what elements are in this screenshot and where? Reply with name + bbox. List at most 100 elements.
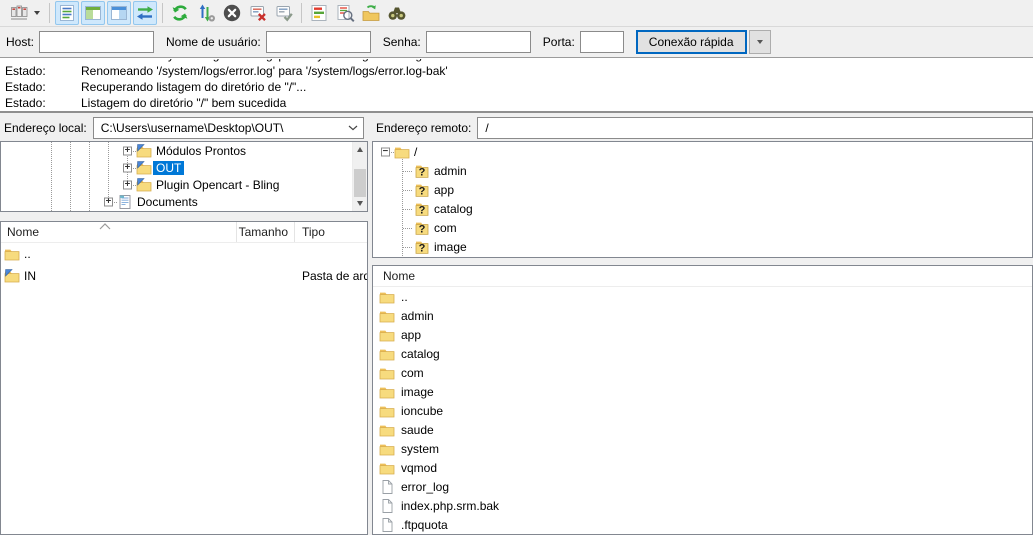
remote-address-label: Endereço remoto: bbox=[376, 121, 471, 135]
svg-text:?: ? bbox=[419, 242, 426, 254]
file-row-image[interactable]: image bbox=[373, 382, 1032, 401]
file-row-admin[interactable]: admin bbox=[373, 306, 1032, 325]
quickconnect-dropdown-button[interactable] bbox=[749, 30, 771, 54]
folder-icon bbox=[379, 441, 395, 457]
file-row-saude[interactable]: saude bbox=[373, 420, 1032, 439]
expand-icon[interactable]: + bbox=[123, 163, 132, 172]
file-name: .. bbox=[24, 247, 31, 261]
tree-item-documents[interactable]: +Documents bbox=[1, 193, 352, 210]
collapse-icon[interactable]: − bbox=[381, 147, 390, 156]
file-row-IN[interactable]: INPasta de arq bbox=[1, 265, 367, 287]
toggle-log-button[interactable] bbox=[55, 1, 79, 25]
log-entry: Estado:Recuperando listagem do diretório… bbox=[5, 79, 1033, 95]
file-row-error-log[interactable]: error_log bbox=[373, 477, 1032, 496]
tree-item-catalog[interactable]: ?catalog bbox=[373, 199, 1032, 218]
cancel-icon bbox=[222, 3, 242, 23]
username-input[interactable] bbox=[266, 31, 371, 53]
scroll-down-button[interactable] bbox=[353, 196, 367, 211]
chevron-down-icon bbox=[757, 40, 763, 44]
process-queue-button[interactable] bbox=[194, 1, 218, 25]
tree-item-label: image bbox=[431, 240, 470, 254]
host-input[interactable] bbox=[39, 31, 154, 53]
port-input[interactable] bbox=[580, 31, 624, 53]
expand-icon[interactable]: + bbox=[104, 197, 113, 206]
column-header-type[interactable]: Tipo bbox=[295, 222, 367, 242]
synchronized-browsing-button[interactable] bbox=[359, 1, 383, 25]
toggle-local-tree-button[interactable] bbox=[81, 1, 105, 25]
compare-icon bbox=[335, 3, 355, 23]
cancel-button[interactable] bbox=[220, 1, 244, 25]
file-name: error_log bbox=[401, 480, 449, 494]
file-row-vqmod[interactable]: vqmod bbox=[373, 458, 1032, 477]
file-name: index.php.srm.bak bbox=[401, 499, 499, 513]
folder-corner-icon bbox=[136, 160, 152, 176]
file-row--[interactable]: .. bbox=[373, 287, 1032, 306]
tree-item-com[interactable]: ?com bbox=[373, 218, 1032, 237]
svg-text:?: ? bbox=[419, 223, 426, 235]
tree-item-m-dulos-prontos[interactable]: +Módulos Prontos bbox=[1, 142, 352, 159]
tree-connector bbox=[403, 190, 412, 191]
refresh-button[interactable] bbox=[168, 1, 192, 25]
tree-item--[interactable]: −/ bbox=[373, 142, 1032, 161]
file-row-app[interactable]: app bbox=[373, 325, 1032, 344]
log-entry-message: Renomeando '/system/logs/error.log' para… bbox=[81, 59, 448, 62]
local-tree-scrollbar[interactable] bbox=[352, 142, 367, 211]
expand-icon[interactable]: + bbox=[123, 180, 132, 189]
file-name: app bbox=[401, 328, 421, 342]
file-row--[interactable]: .. bbox=[1, 243, 367, 265]
tree-item-admin[interactable]: ?admin bbox=[373, 161, 1032, 180]
column-header-name[interactable]: Nome bbox=[1, 222, 237, 242]
find-files-button[interactable] bbox=[385, 1, 409, 25]
remote-address-input[interactable]: / bbox=[477, 117, 1033, 139]
local-address-combobox[interactable]: C:\Users\username\Desktop\OUT\ bbox=[93, 117, 364, 139]
filter-button[interactable] bbox=[307, 1, 331, 25]
file-name: admin bbox=[401, 309, 434, 323]
tree-item-plugin-opencart-bling[interactable]: +Plugin Opencart - Bling bbox=[1, 176, 352, 193]
quickconnect-button[interactable]: Conexão rápida bbox=[636, 30, 747, 54]
file-row-catalog[interactable]: catalog bbox=[373, 344, 1032, 363]
chevron-down-icon bbox=[34, 11, 40, 15]
local-address-label: Endereço local: bbox=[4, 121, 87, 135]
local-tree: +Módulos Prontos+OUT+Plugin Opencart - B… bbox=[0, 141, 368, 212]
remote-tree-toggle-icon bbox=[109, 3, 129, 23]
site-manager-icon bbox=[8, 3, 30, 23]
compare-directories-button[interactable] bbox=[333, 1, 357, 25]
remote-list-header: Nome bbox=[373, 266, 1032, 287]
file-row-ioncube[interactable]: ioncube bbox=[373, 401, 1032, 420]
documents-icon bbox=[117, 194, 133, 210]
column-header-size[interactable]: Tamanho bbox=[237, 222, 295, 242]
scroll-up-button[interactable] bbox=[353, 142, 367, 157]
scrollbar-thumb[interactable] bbox=[354, 169, 366, 197]
tree-item-label: / bbox=[411, 145, 420, 159]
log-entries: Estado:Renomeando '/system/logs/error.lo… bbox=[0, 58, 1033, 111]
file-icon bbox=[379, 479, 395, 495]
file-row-index-php-srm-bak[interactable]: index.php.srm.bak bbox=[373, 496, 1032, 515]
reconnect-button[interactable] bbox=[272, 1, 296, 25]
expand-icon[interactable]: + bbox=[123, 146, 132, 155]
file-icon bbox=[379, 517, 395, 533]
tree-connector bbox=[403, 209, 412, 210]
local-panel: Endereço local: C:\Users\username\Deskto… bbox=[0, 115, 368, 535]
file-row-com[interactable]: com bbox=[373, 363, 1032, 382]
password-input[interactable] bbox=[426, 31, 531, 53]
sync-browse-icon bbox=[361, 3, 381, 23]
port-label: Porta: bbox=[543, 35, 575, 49]
disconnect-button[interactable] bbox=[246, 1, 270, 25]
folder-icon bbox=[379, 308, 395, 324]
username-label: Nome de usuário: bbox=[166, 35, 261, 49]
toggle-queue-button[interactable] bbox=[133, 1, 157, 25]
file-row-system[interactable]: system bbox=[373, 439, 1032, 458]
toggle-remote-tree-button[interactable] bbox=[107, 1, 131, 25]
tree-item-app[interactable]: ?app bbox=[373, 180, 1032, 199]
site-manager-button[interactable] bbox=[4, 1, 44, 25]
folder-corner-icon bbox=[136, 177, 152, 193]
tree-item-out[interactable]: +OUT bbox=[1, 159, 352, 176]
file-name: image bbox=[401, 385, 434, 399]
local-tree-toggle-icon bbox=[83, 3, 103, 23]
local-horizontal-splitter[interactable] bbox=[0, 212, 368, 221]
column-header-name[interactable]: Nome bbox=[373, 266, 1032, 286]
tree-item-image[interactable]: ? image bbox=[373, 237, 1032, 256]
file-row--ftpquota[interactable]: .ftpquota bbox=[373, 515, 1032, 534]
folder-icon bbox=[379, 346, 395, 362]
folder-question-icon: ? bbox=[414, 163, 430, 179]
